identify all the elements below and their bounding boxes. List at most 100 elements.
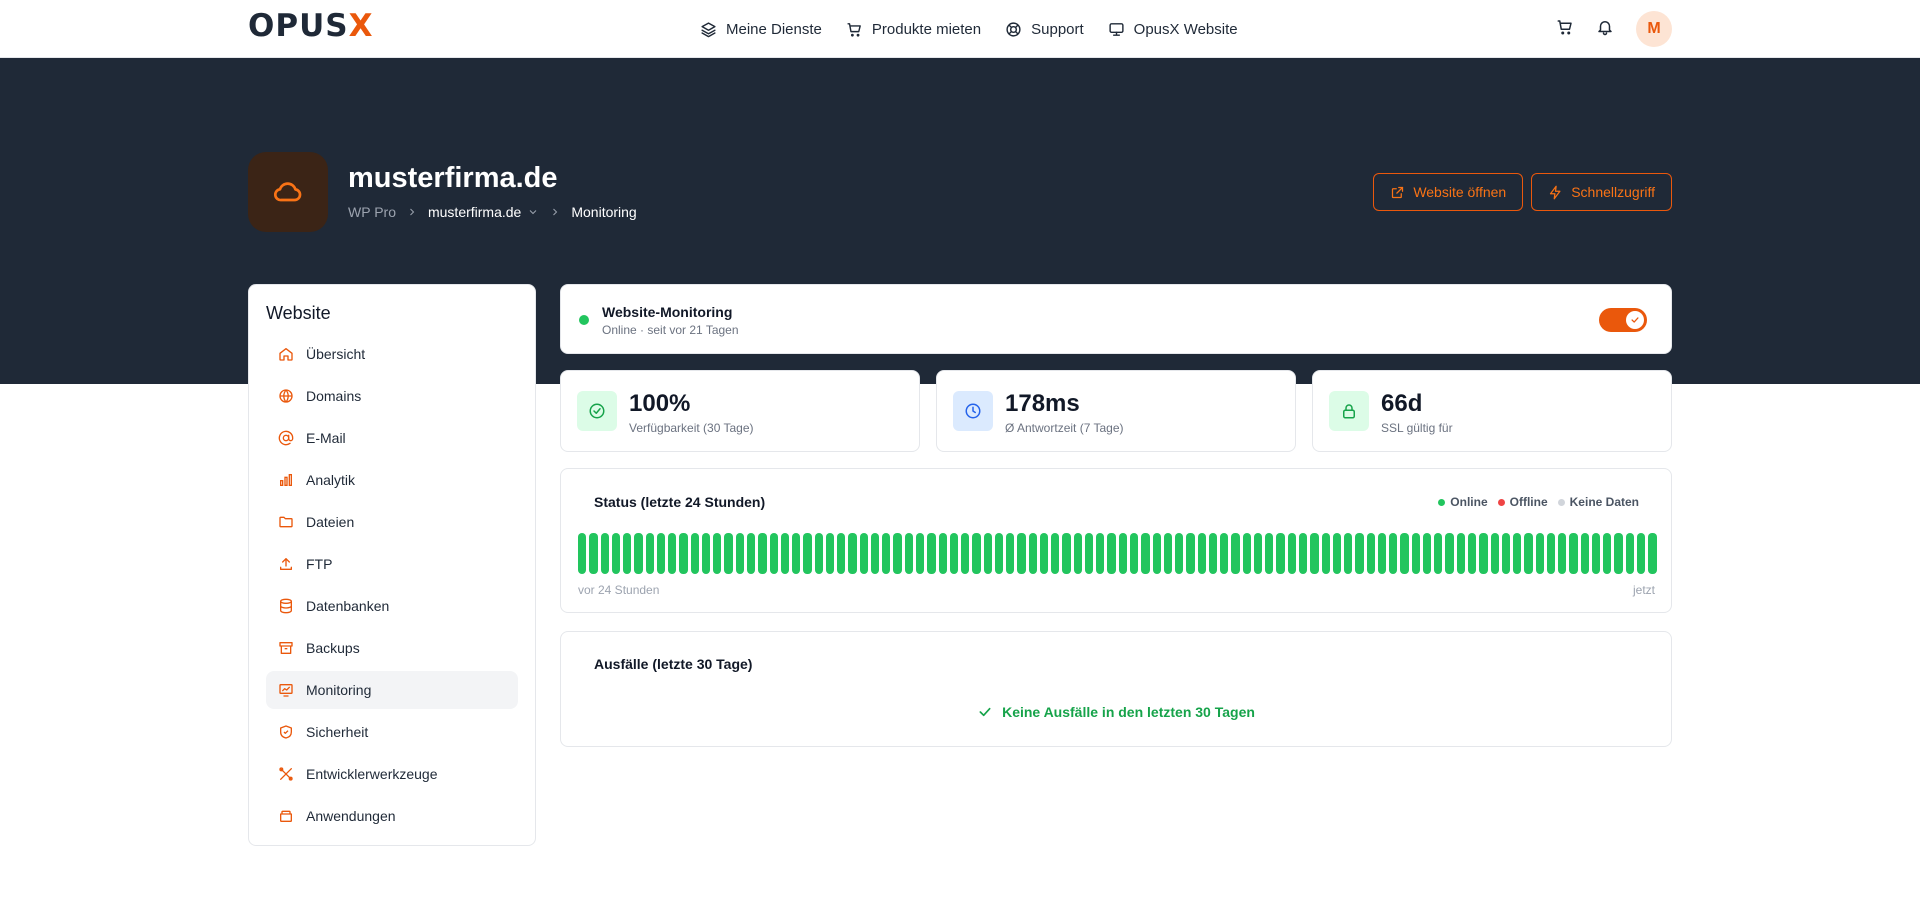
status-bar[interactable] <box>668 533 677 574</box>
sidebar-item-uebersicht[interactable]: Übersicht <box>266 335 518 373</box>
status-bar[interactable] <box>814 533 823 574</box>
sidebar-item-datenbanken[interactable]: Datenbanken <box>266 587 518 625</box>
status-bar[interactable] <box>1039 533 1049 574</box>
status-bar[interactable] <box>1490 533 1499 574</box>
status-bar[interactable] <box>893 533 902 574</box>
status-bar[interactable] <box>1366 533 1375 574</box>
status-bar[interactable] <box>1287 533 1296 574</box>
status-bar[interactable] <box>972 533 981 574</box>
status-bar[interactable] <box>1107 533 1116 574</box>
sidebar-item-backups[interactable]: Backups <box>266 629 518 667</box>
status-bar[interactable] <box>1355 533 1364 574</box>
status-bar[interactable] <box>882 533 891 574</box>
status-bar[interactable] <box>1569 533 1578 574</box>
status-bar[interactable] <box>1084 533 1094 574</box>
status-bar[interactable] <box>1546 533 1556 574</box>
status-bar[interactable] <box>656 533 666 574</box>
status-bar[interactable] <box>679 533 688 574</box>
status-bar[interactable] <box>735 533 744 574</box>
status-bar[interactable] <box>994 533 1004 574</box>
status-bar[interactable] <box>1422 533 1432 574</box>
status-bar[interactable] <box>758 533 767 574</box>
status-bar[interactable] <box>1411 533 1420 574</box>
nav-link-opusx-website[interactable]: OpusX Website <box>1108 21 1238 38</box>
status-bar[interactable] <box>1208 533 1218 574</box>
nav-link-produkte-mieten[interactable]: Produkte mieten <box>846 21 981 38</box>
nav-link-meine-dienste[interactable]: Meine Dienste <box>700 21 822 38</box>
status-bar[interactable] <box>803 533 812 574</box>
status-bar[interactable] <box>983 533 992 574</box>
status-bar[interactable] <box>949 533 959 574</box>
status-bar[interactable] <box>1253 533 1263 574</box>
nav-link-support[interactable]: Support <box>1005 21 1084 38</box>
status-bar[interactable] <box>746 533 756 574</box>
status-bar[interactable] <box>1501 533 1511 574</box>
status-bar[interactable] <box>1591 533 1601 574</box>
status-bar[interactable] <box>915 533 925 574</box>
status-bar[interactable] <box>1175 533 1184 574</box>
status-bar[interactable] <box>1344 533 1353 574</box>
status-bar[interactable] <box>1231 533 1240 574</box>
monitoring-toggle[interactable] <box>1599 308 1647 332</box>
user-avatar[interactable]: M <box>1636 11 1672 47</box>
status-bar[interactable] <box>1028 533 1037 574</box>
status-bar[interactable] <box>1062 533 1071 574</box>
status-bar[interactable] <box>927 533 936 574</box>
sidebar-item-monitoring[interactable]: Monitoring <box>266 671 518 709</box>
status-bar[interactable] <box>1073 533 1082 574</box>
status-bar[interactable] <box>724 533 733 574</box>
status-bar[interactable] <box>1603 533 1612 574</box>
status-bar[interactable] <box>1636 533 1646 574</box>
status-bar[interactable] <box>1513 533 1522 574</box>
sidebar-item-entwicklerwerkzeuge[interactable]: Entwicklerwerkzeuge <box>266 755 518 793</box>
status-bar[interactable] <box>1152 533 1161 574</box>
sidebar-item-email[interactable]: E-Mail <box>266 419 518 457</box>
status-bar[interactable] <box>1648 533 1657 574</box>
status-bar[interactable] <box>1276 533 1285 574</box>
sidebar-item-analytik[interactable]: Analytik <box>266 461 518 499</box>
status-bar[interactable] <box>938 533 947 574</box>
status-bar[interactable] <box>1265 533 1274 574</box>
status-bar[interactable] <box>1332 533 1342 574</box>
status-bar[interactable] <box>1118 533 1128 574</box>
status-bar[interactable] <box>904 533 913 574</box>
notifications-button[interactable] <box>1596 18 1614 41</box>
status-bar[interactable] <box>859 533 868 574</box>
status-bar[interactable] <box>634 533 643 574</box>
status-bar[interactable] <box>589 533 598 574</box>
status-bar[interactable] <box>1524 533 1533 574</box>
status-bar[interactable] <box>713 533 722 574</box>
status-bar[interactable] <box>1163 533 1173 574</box>
status-bar[interactable] <box>1096 533 1105 574</box>
status-bar[interactable] <box>690 533 699 574</box>
status-bar[interactable] <box>611 533 621 574</box>
status-bar[interactable] <box>1445 533 1454 574</box>
status-bar[interactable] <box>1051 533 1060 574</box>
quick-access-button[interactable]: Schnellzugriff <box>1531 173 1672 211</box>
status-bar[interactable] <box>1017 533 1026 574</box>
status-bar[interactable] <box>1434 533 1443 574</box>
status-bar[interactable] <box>1400 533 1409 574</box>
status-bar[interactable] <box>1130 533 1139 574</box>
status-bar[interactable] <box>1220 533 1229 574</box>
status-bar[interactable] <box>1467 533 1477 574</box>
status-bar[interactable] <box>848 533 857 574</box>
sidebar-item-dateien[interactable]: Dateien <box>266 503 518 541</box>
status-bar[interactable] <box>780 533 790 574</box>
status-bar[interactable] <box>1535 533 1544 574</box>
breadcrumb-root[interactable]: WP Pro <box>348 204 396 220</box>
status-bar[interactable] <box>961 533 970 574</box>
status-bar[interactable] <box>1141 533 1150 574</box>
sidebar-item-anwendungen[interactable]: Anwendungen <box>266 797 518 835</box>
status-bar[interactable] <box>1580 533 1589 574</box>
sidebar-item-sicherheit[interactable]: Sicherheit <box>266 713 518 751</box>
status-bar[interactable] <box>1558 533 1567 574</box>
status-bar[interactable] <box>769 533 778 574</box>
status-bar[interactable] <box>870 533 880 574</box>
status-bar[interactable] <box>701 533 711 574</box>
status-bar[interactable] <box>1242 533 1251 574</box>
status-bar[interactable] <box>578 533 587 574</box>
cart-button[interactable] <box>1556 18 1574 41</box>
status-bar[interactable] <box>1197 533 1206 574</box>
status-bar[interactable] <box>1614 533 1623 574</box>
